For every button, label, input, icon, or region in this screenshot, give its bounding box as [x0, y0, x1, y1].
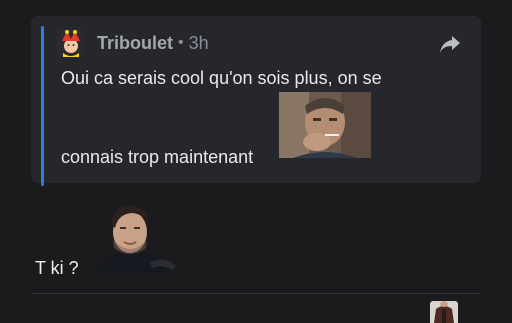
- meta-separator: •: [178, 34, 184, 51]
- chat-view: Triboulet • 3h Oui ca serais cool qu'on …: [0, 0, 512, 323]
- quote-text-line-2: connais trop maintenant: [61, 147, 254, 167]
- smoking-man-sticker: [279, 92, 371, 158]
- quote-author-name[interactable]: Triboulet: [97, 33, 173, 54]
- quote-text-line-1: Oui ca serais cool qu'on sois plus, on s…: [61, 68, 382, 88]
- leather-jacket-avatar-icon[interactable]: [430, 301, 458, 323]
- message-text: T ki ?: [35, 258, 79, 278]
- man-portrait-sticker: [88, 200, 178, 274]
- share-arrow-icon[interactable]: [439, 34, 461, 54]
- jester-avatar-icon[interactable]: [57, 29, 85, 57]
- quote-author-row: Triboulet • 3h: [57, 28, 209, 58]
- quote-timestamp: 3h: [188, 32, 209, 53]
- message-divider: [31, 293, 481, 294]
- quoted-message-card[interactable]: Triboulet • 3h Oui ca serais cool qu'on …: [31, 16, 481, 186]
- quote-accent-bar: [41, 26, 44, 186]
